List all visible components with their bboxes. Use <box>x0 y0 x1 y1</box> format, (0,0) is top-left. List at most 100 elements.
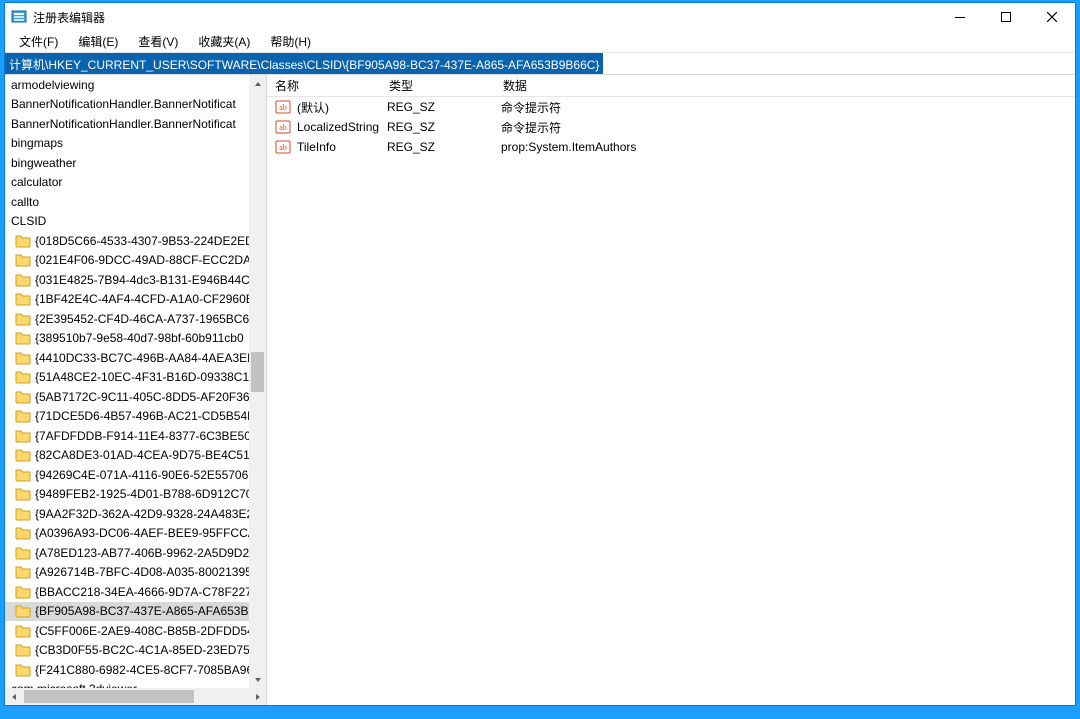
tree-item[interactable]: {018D5C66-4533-4307-9B53-224DE2ED <box>5 231 249 251</box>
folder-icon <box>15 662 31 678</box>
tree-item-label: {A926714B-7BFC-4D08-A035-80021395F <box>35 565 249 579</box>
svg-text:ab: ab <box>279 123 287 132</box>
tree-item-label: {9AA2F32D-362A-42D9-9328-24A483E20 <box>35 507 249 521</box>
list-body[interactable]: ab(默认)REG_SZ命令提示符abLocalizedStringREG_SZ… <box>267 97 1075 705</box>
tree-item[interactable]: BannerNotificationHandler.BannerNotifica… <box>5 114 249 134</box>
tree-item[interactable]: {5AB7172C-9C11-405C-8DD5-AF20F360C <box>5 387 249 407</box>
hscroll-thumb[interactable] <box>24 690 194 703</box>
tree-item[interactable]: {A926714B-7BFC-4D08-A035-80021395F <box>5 563 249 583</box>
menu-edit[interactable]: 编辑(E) <box>68 31 128 52</box>
hscroll-track[interactable] <box>22 688 249 705</box>
value-type: REG_SZ <box>387 120 501 134</box>
folder-icon <box>15 428 31 444</box>
tree-item[interactable]: {94269C4E-071A-4116-90E6-52E557067 <box>5 465 249 485</box>
tree-item[interactable]: {1BF42E4C-4AF4-4CFD-A1A0-CF2960B8F <box>5 290 249 310</box>
tree-item[interactable]: {4410DC33-BC7C-496B-AA84-4AEA3EEE <box>5 348 249 368</box>
tree-item[interactable]: bingweather <box>5 153 249 173</box>
scroll-thumb[interactable] <box>251 352 264 392</box>
tree-item[interactable]: calculator <box>5 173 249 193</box>
menu-view[interactable]: 查看(V) <box>128 31 188 52</box>
tree-item[interactable]: {9AA2F32D-362A-42D9-9328-24A483E20 <box>5 504 249 524</box>
col-type[interactable]: 类型 <box>381 77 495 94</box>
tree-item[interactable]: {F241C880-6982-4CE5-8CF7-7085BA96D <box>5 660 249 680</box>
tree-item-label: {018D5C66-4533-4307-9B53-224DE2ED <box>35 234 249 248</box>
list-row[interactable]: ab LocalizedStringREG_SZ命令提示符 <box>267 117 1075 137</box>
col-data[interactable]: 数据 <box>495 77 1075 94</box>
scroll-down-button[interactable] <box>249 671 266 688</box>
folder-icon <box>15 447 31 463</box>
close-button[interactable] <box>1029 3 1075 31</box>
value-name: TileInfo <box>297 140 387 154</box>
tree-item-label: {9489FEB2-1925-4D01-B788-6D912C70F <box>35 487 249 501</box>
tree-item[interactable]: {9489FEB2-1925-4D01-B788-6D912C70F <box>5 485 249 505</box>
folder-icon <box>15 467 31 483</box>
tree-item[interactable]: {BF905A98-BC37-437E-A865-AFA653B9B <box>5 602 249 622</box>
tree-item[interactable]: {C5FF006E-2AE9-408C-B85B-2DFDD544 <box>5 621 249 641</box>
tree-item-label: {94269C4E-071A-4116-90E6-52E557067 <box>35 468 249 482</box>
tree-item-label: {CB3D0F55-BC2C-4C1A-85ED-23ED75B5 <box>35 643 249 657</box>
address-remainder[interactable] <box>603 53 1075 74</box>
value-name: LocalizedString <box>297 120 387 134</box>
titlebar[interactable]: 注册表编辑器 <box>5 3 1075 31</box>
tree-item-label: BannerNotificationHandler.BannerNotifica… <box>11 117 236 131</box>
maximize-button[interactable] <box>983 3 1029 31</box>
scroll-track[interactable] <box>249 92 266 671</box>
tree-item[interactable]: {389510b7-9e58-40d7-98bf-60b911cb0 <box>5 329 249 349</box>
tree-list[interactable]: armodelviewing BannerNotificationHandler.… <box>5 75 249 688</box>
window-title: 注册表编辑器 <box>33 9 105 26</box>
menu-file[interactable]: 文件(F) <box>9 31 68 52</box>
vertical-scrollbar[interactable] <box>249 75 266 688</box>
tree-item[interactable]: {A78ED123-AB77-406B-9962-2A5D9D2F <box>5 543 249 563</box>
minimize-button[interactable] <box>937 3 983 31</box>
value-data: 命令提示符 <box>501 119 1075 136</box>
tree-panel: armodelviewing BannerNotificationHandler.… <box>5 75 267 705</box>
list-row[interactable]: abTileInfoREG_SZprop:System.ItemAuthors <box>267 137 1075 157</box>
value-name: (默认) <box>297 99 387 116</box>
value-data: prop:System.ItemAuthors <box>501 140 1075 154</box>
menu-favorites[interactable]: 收藏夹(A) <box>188 31 260 52</box>
folder-icon <box>15 369 31 385</box>
tree-item-label: {7AFDFDDB-F914-11E4-8377-6C3BE50D <box>35 429 249 443</box>
scroll-right-button[interactable] <box>249 688 266 705</box>
tree-item-label: armodelviewing <box>11 78 94 92</box>
tree-item-label: CLSID <box>11 214 46 228</box>
tree-item[interactable]: {82CA8DE3-01AD-4CEA-9D75-BE4C5181 <box>5 446 249 466</box>
regedit-icon <box>11 9 27 25</box>
folder-icon <box>15 603 31 619</box>
tree-item-label: {021E4F06-9DCC-49AD-88CF-ECC2DA31 <box>35 253 249 267</box>
tree-item[interactable]: armodelviewing <box>5 75 249 95</box>
tree-item[interactable]: {BBACC218-34EA-4666-9D7A-C78F2274 <box>5 582 249 602</box>
tree-item-label: {A78ED123-AB77-406B-9962-2A5D9D2F <box>35 546 249 560</box>
list-header[interactable]: 名称 类型 数据 <box>267 75 1075 97</box>
list-row[interactable]: ab(默认)REG_SZ命令提示符 <box>267 97 1075 117</box>
tree-item-label: calculator <box>11 175 62 189</box>
content-area: armodelviewing BannerNotificationHandler.… <box>5 75 1075 705</box>
scroll-left-button[interactable] <box>5 688 22 705</box>
folder-icon <box>15 330 31 346</box>
tree-item[interactable]: {031E4825-7B94-4dc3-B131-E946B44C8 <box>5 270 249 290</box>
tree-item[interactable]: {7AFDFDDB-F914-11E4-8377-6C3BE50D <box>5 426 249 446</box>
tree-item[interactable]: {A0396A93-DC06-4AEF-BEE9-95FFCCAEF <box>5 524 249 544</box>
address-bar[interactable]: 计算机\HKEY_CURRENT_USER\SOFTWARE\Classes\C… <box>5 53 1075 75</box>
tree-item[interactable]: CLSID <box>5 212 249 232</box>
tree-item[interactable]: {CB3D0F55-BC2C-4C1A-85ED-23ED75B5 <box>5 641 249 661</box>
tree-item[interactable]: {2E395452-CF4D-46CA-A737-1965BC65B <box>5 309 249 329</box>
scroll-up-button[interactable] <box>249 75 266 92</box>
menu-help[interactable]: 帮助(H) <box>260 31 321 52</box>
tree-item[interactable]: {021E4F06-9DCC-49AD-88CF-ECC2DA31 <box>5 251 249 271</box>
folder-icon <box>15 272 31 288</box>
tree-item[interactable]: {51A48CE2-10EC-4F31-B16D-09338C1D2 <box>5 368 249 388</box>
tree-item[interactable]: {71DCE5D6-4B57-496B-AC21-CD5B54EB <box>5 407 249 427</box>
folder-icon <box>15 252 31 268</box>
tree-item[interactable]: BannerNotificationHandler.BannerNotifica… <box>5 95 249 115</box>
horizontal-scrollbar[interactable] <box>5 688 266 705</box>
tree-item[interactable]: callto <box>5 192 249 212</box>
value-type: REG_SZ <box>387 140 501 154</box>
tree-item[interactable]: com.microsoft.3dviewer <box>5 680 249 689</box>
tree-item[interactable]: bingmaps <box>5 134 249 154</box>
col-name[interactable]: 名称 <box>267 77 381 94</box>
folder-icon <box>15 525 31 541</box>
tree-item-label: {2E395452-CF4D-46CA-A737-1965BC65B <box>35 312 249 326</box>
svg-text:ab: ab <box>279 103 287 112</box>
address-path[interactable]: 计算机\HKEY_CURRENT_USER\SOFTWARE\Classes\C… <box>5 53 603 74</box>
